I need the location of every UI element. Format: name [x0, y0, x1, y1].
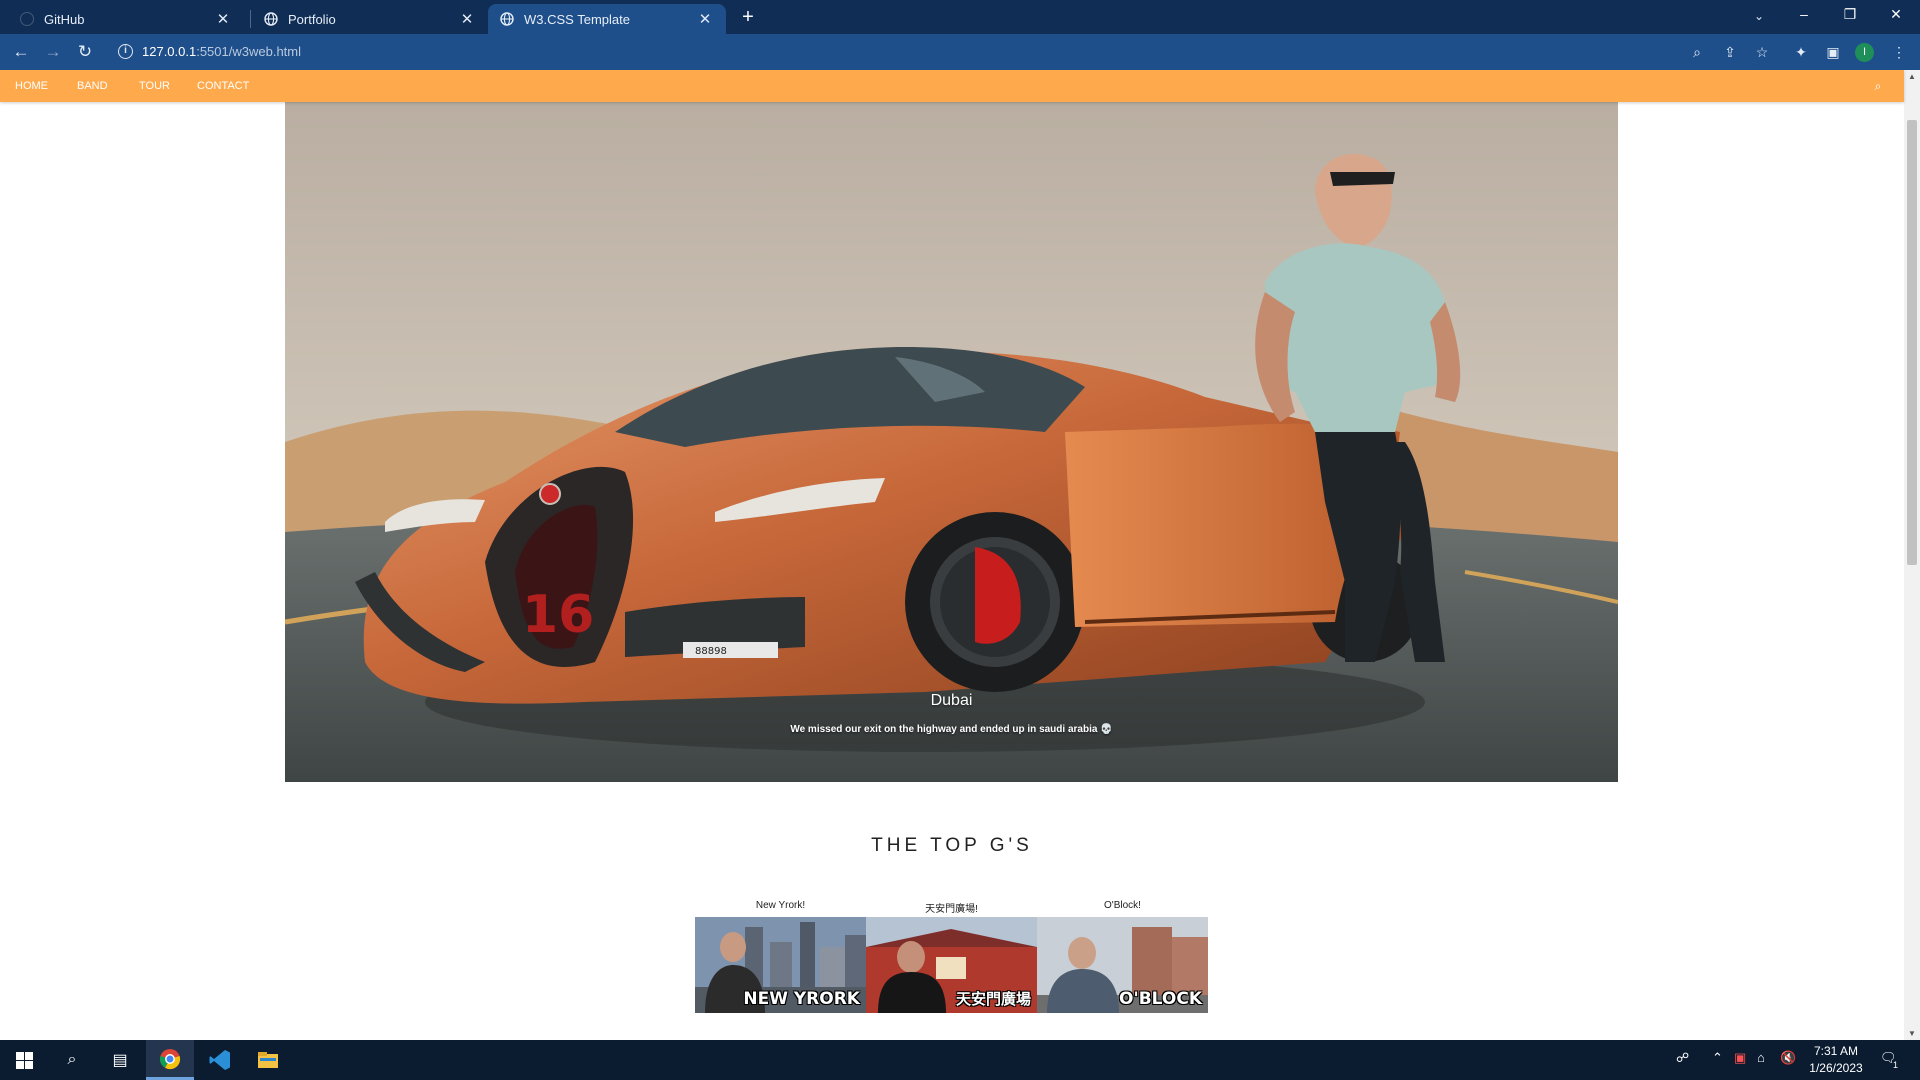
tab-title: Portfolio	[288, 11, 336, 27]
security-icon[interactable]: ▣	[1734, 1050, 1746, 1066]
browser-toolbar: ← → ↻ i 127.0.0.1:5501/w3web.html ⌕ ⇪ ☆ …	[0, 34, 1920, 70]
tab-title: GitHub	[44, 11, 85, 27]
network-icon[interactable]: ⌂	[1757, 1050, 1765, 1065]
menu-kebab-icon[interactable]: ⋮	[1888, 41, 1910, 63]
forward-icon[interactable]: →	[41, 40, 65, 64]
site-info-icon[interactable]: i	[118, 44, 133, 59]
nav-contact[interactable]: CONTACT	[182, 70, 264, 102]
notifications-count: 1	[1893, 1060, 1899, 1070]
clock-time: 7:31 AM	[1813, 1044, 1859, 1058]
volume-muted-icon[interactable]: 🔇	[1780, 1050, 1796, 1066]
extensions-icon[interactable]: ✦	[1790, 41, 1812, 63]
restore-button[interactable]: ❐	[1830, 2, 1870, 26]
globe-icon	[264, 12, 278, 26]
url-path: :5501/w3web.html	[196, 44, 301, 59]
back-icon[interactable]: ←	[9, 40, 33, 64]
vscode-taskbar-icon[interactable]	[196, 1040, 244, 1080]
bookmark-star-icon[interactable]: ☆	[1751, 41, 1773, 63]
member-photo[interactable]: NEW YRORK	[695, 917, 866, 1013]
car-grille-number: 16	[522, 585, 594, 645]
hero-caption-text: We missed our exit on the highway and en…	[790, 724, 1113, 735]
member-name: New Yrork!	[755, 900, 806, 911]
profile-avatar[interactable]: I	[1855, 43, 1874, 62]
search-icon[interactable]: ⌕	[1860, 70, 1896, 102]
scrollbar-thumb[interactable]	[1907, 120, 1917, 565]
nav-home[interactable]: HOME	[0, 70, 63, 102]
hero-caption-title: Dubai	[930, 692, 973, 709]
photo-caption: 天安門廣場	[955, 990, 1031, 1008]
zoom-icon[interactable]: ⌕	[1686, 41, 1708, 63]
section-title: THE TOP G'S	[871, 835, 1033, 856]
minimize-button[interactable]: –	[1784, 2, 1824, 26]
member-name: O'Block!	[1104, 900, 1141, 911]
member-card[interactable]: New Yrork! NEW YRORK	[695, 900, 866, 1013]
page-scrollbar[interactable]: ▲ ▼	[1904, 70, 1920, 1040]
reload-icon[interactable]: ↻	[73, 40, 97, 64]
tab-portfolio[interactable]: Portfolio ✕	[252, 4, 488, 34]
show-hidden-icons-icon[interactable]: ⌃	[1712, 1050, 1723, 1066]
url-text: 127.0.0.1:5501/w3web.html	[142, 44, 301, 59]
tab-search-chevron-icon[interactable]: ⌄	[1749, 6, 1769, 26]
chrome-taskbar-icon[interactable]	[146, 1040, 194, 1080]
tab-title: W3.CSS Template	[524, 11, 630, 27]
photo-caption: O'BLOCK	[1119, 989, 1202, 1009]
nav-tour[interactable]: TOUR	[124, 70, 185, 102]
page-viewport: HOME BAND TOUR CONTACT ⌕ 16 88898 Dubai …	[0, 70, 1920, 1040]
tab-w3css-template[interactable]: W3.CSS Template ✕	[488, 4, 726, 34]
file-explorer-taskbar-icon[interactable]	[244, 1040, 292, 1080]
globe-icon	[500, 12, 514, 26]
scroll-up-arrow-icon[interactable]: ▲	[1908, 72, 1916, 81]
screen: GitHub ✕ Portfolio ✕ W3.CSS Template ✕ +…	[0, 0, 1920, 1080]
scroll-down-arrow-icon[interactable]: ▼	[1908, 1029, 1916, 1038]
start-button[interactable]	[0, 1040, 48, 1080]
hero-photo: 16 88898	[285, 102, 1618, 782]
side-panel-icon[interactable]: ▣	[1822, 41, 1844, 63]
svg-text:88898: 88898	[695, 646, 727, 657]
browser-tab-strip: GitHub ✕ Portfolio ✕ W3.CSS Template ✕ +…	[0, 0, 1920, 34]
task-view-icon[interactable]: ▤	[96, 1040, 144, 1080]
photo-caption: NEW YRORK	[743, 989, 860, 1009]
member-photo[interactable]: 天安門廣場	[866, 917, 1037, 1013]
close-tab-icon[interactable]: ✕	[696, 10, 714, 28]
member-card[interactable]: 天安門廣場! 天安門廣場	[866, 900, 1037, 1013]
member-card[interactable]: O'Block! O'BLOCK	[1037, 900, 1208, 1013]
top-navigation-bar: HOME BAND TOUR CONTACT ⌕	[0, 70, 1904, 102]
hero-slide: 16 88898 Dubai We missed our exit on the…	[285, 102, 1618, 782]
tab-github[interactable]: GitHub ✕	[8, 4, 244, 34]
url-host: 127.0.0.1	[142, 44, 197, 59]
close-tab-icon[interactable]: ✕	[458, 10, 476, 28]
search-taskbar-icon[interactable]: ⌕	[48, 1040, 96, 1080]
windows-taskbar: ⌕ ▤ ☍ ⌃ ▣ ⌂ 🔇 7:31 AM 1/26/2023 🗨 1	[0, 1040, 1920, 1080]
tab-divider	[250, 10, 251, 28]
clock-date: 1/26/2023	[1809, 1061, 1863, 1075]
member-photo[interactable]: O'BLOCK	[1037, 917, 1208, 1013]
people-icon[interactable]: ☍	[1676, 1050, 1689, 1066]
close-window-button[interactable]: ✕	[1876, 2, 1916, 26]
address-bar[interactable]: i 127.0.0.1:5501/w3web.html	[108, 39, 1768, 65]
clock[interactable]: 7:31 AM 1/26/2023	[1804, 1043, 1868, 1077]
member-name: 天安門廣場!	[925, 904, 978, 915]
new-tab-button[interactable]: +	[737, 6, 759, 28]
github-icon	[20, 12, 34, 26]
nav-band[interactable]: BAND	[62, 70, 123, 102]
close-tab-icon[interactable]: ✕	[214, 10, 232, 28]
share-icon[interactable]: ⇪	[1719, 41, 1741, 63]
